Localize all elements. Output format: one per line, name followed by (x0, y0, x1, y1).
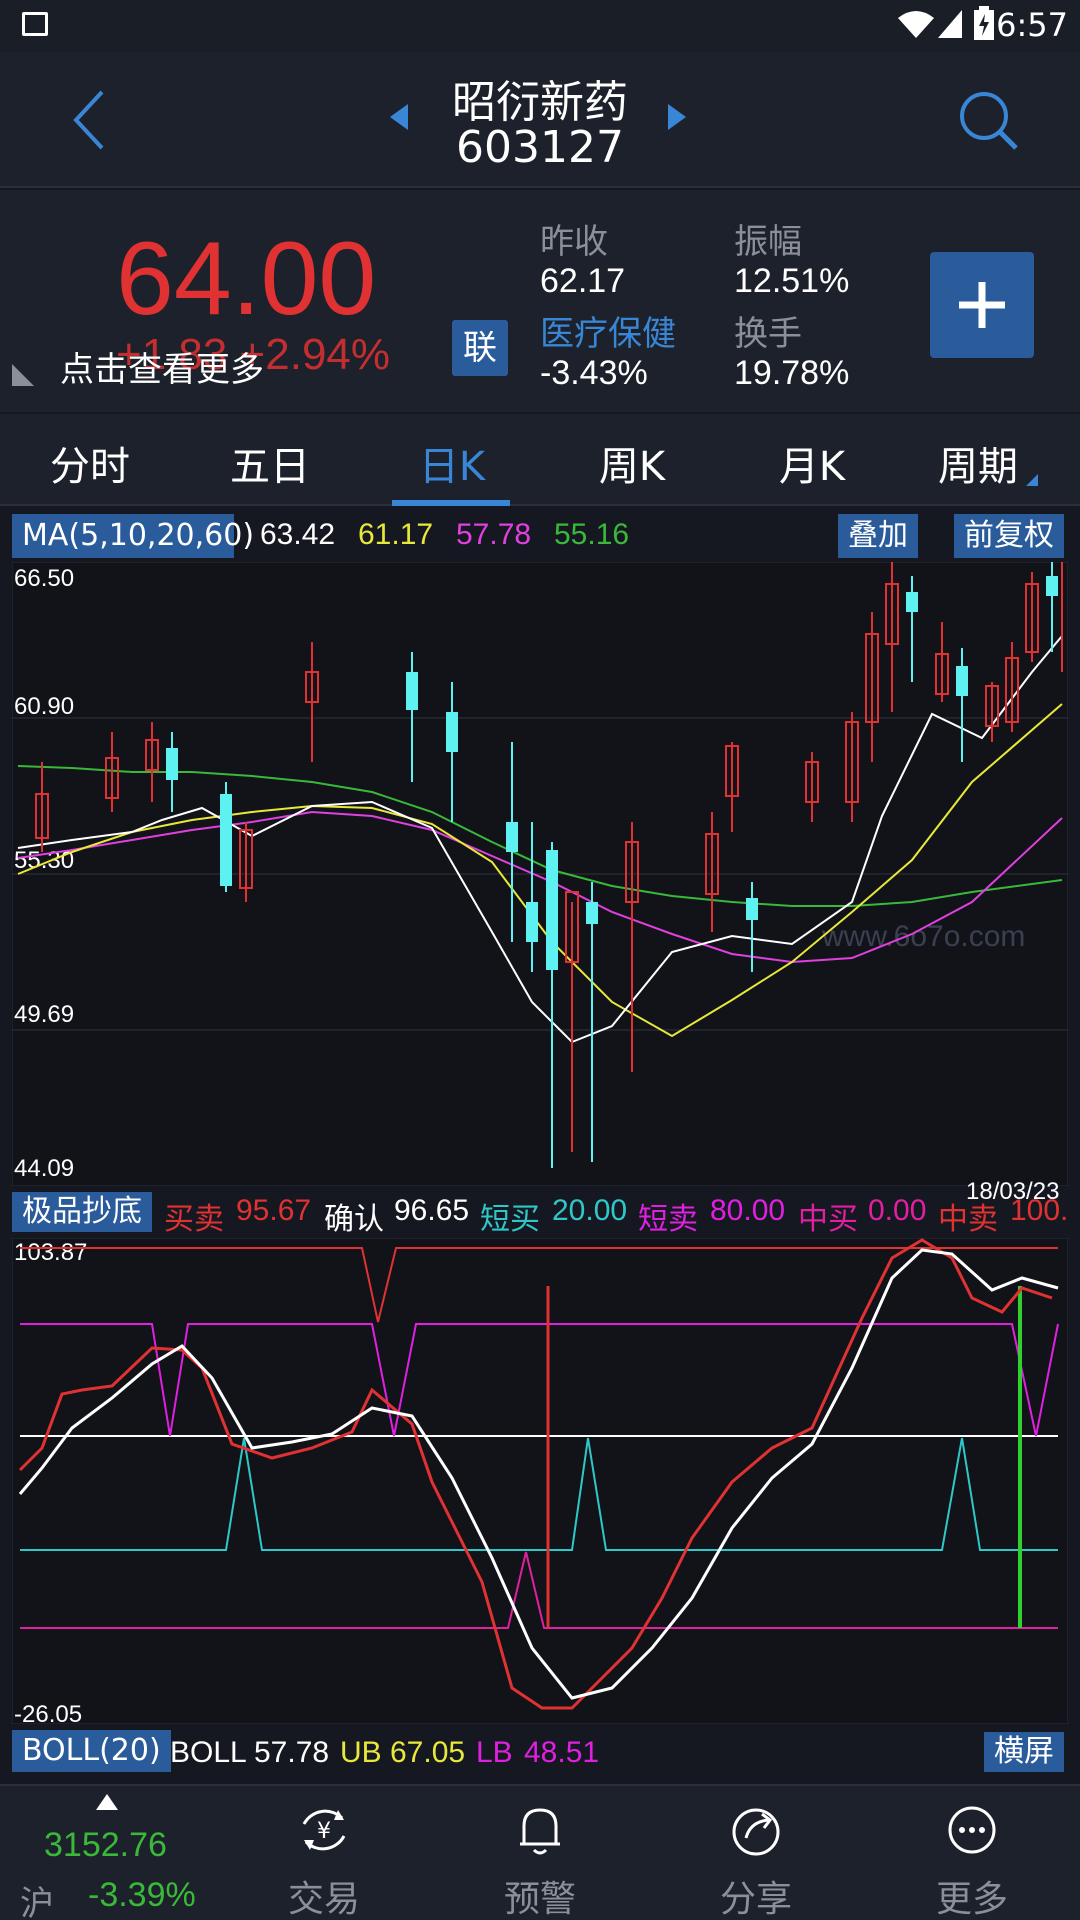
nav-alert-label: 预警 (503, 1879, 576, 1920)
prev-close-label: 昨收 (540, 222, 608, 262)
index-ticker[interactable]: 3152.76 沪 -3.39% (0, 1786, 216, 1920)
watermark: www.6o7o.com (821, 920, 1025, 953)
signal-icon (938, 10, 962, 38)
date-label: 18/03/23 (966, 1178, 1060, 1205)
ma5-value: 63.42 (260, 518, 336, 551)
indicator-y-top: 103.87 (14, 1239, 87, 1266)
amplitude-value: 12.51% (734, 262, 850, 300)
tab-weekly-k[interactable]: 周K (552, 434, 712, 492)
bottom-nav: 3152.76 沪 -3.39% ¥ 交易 预警 分享 更多 (0, 1784, 1080, 1920)
nav-share-label: 分享 (719, 1879, 792, 1920)
boll-label: BOLL (170, 1736, 247, 1769)
last-price: 64.00 (116, 221, 377, 337)
image-notification-icon (22, 12, 48, 36)
ma60-value: 55.16 (554, 518, 630, 551)
ub-label: UB (340, 1736, 382, 1769)
confirm-value: 96.65 (394, 1194, 470, 1227)
status-bar: 6:57 (0, 0, 1080, 52)
plus-icon (959, 282, 1005, 328)
tab-monthly-k[interactable]: 月K (732, 434, 892, 492)
wifi-icon (898, 11, 934, 38)
nav-share[interactable]: 分享 (648, 1786, 864, 1920)
ub-value: 67.05 (390, 1736, 466, 1769)
period-tabs: 分时 五日 日K 周K 月K 周期 (0, 414, 1080, 506)
yuan-exchange-icon: ¥ (302, 1809, 346, 1851)
corner-triangle-icon (12, 364, 34, 386)
ma10-value: 61.17 (358, 518, 434, 551)
lb-label: LB (476, 1736, 513, 1769)
landscape-button[interactable]: 横屏 (984, 1732, 1064, 1772)
sector-change-value: -3.43% (540, 354, 648, 392)
sector-label[interactable]: 医疗保健 (540, 306, 676, 355)
nav-more-label: 更多 (935, 1879, 1008, 1920)
y-label-1: 66.50 (14, 565, 74, 592)
mid-buy-label: 中买 (798, 1203, 858, 1236)
index-change: -3.39% (88, 1876, 196, 1914)
ma-legend: MA(5,10,20,60) 63.42 61.17 57.78 55.16 叠… (0, 510, 1080, 562)
turnover-label: 换手 (734, 314, 802, 354)
back-icon[interactable] (70, 88, 110, 152)
bell-icon (520, 1808, 560, 1855)
overlay-button[interactable]: 叠加 (838, 514, 918, 558)
mid-buy-value: 0.00 (868, 1194, 927, 1227)
see-more-tooltip[interactable]: 点击查看更多 (60, 342, 264, 391)
buy-sell-label: 买卖 (164, 1203, 224, 1236)
nav-trade-label: 交易 (287, 1879, 360, 1920)
short-sell-value: 80.00 (710, 1194, 786, 1227)
indicator-button[interactable]: 极品抄底 (12, 1192, 152, 1232)
y-label-5: 44.09 (14, 1155, 74, 1182)
boll-legend: BOLL(20) BOLL 57.78 UB 67.05 LB 48.51 横屏 (0, 1726, 1080, 1778)
short-sell-label: 短卖 (638, 1203, 698, 1236)
amplitude-label: 振幅 (734, 222, 802, 262)
turnover-value: 19.78% (734, 354, 850, 392)
ma-indicator-button[interactable]: MA(5,10,20,60) (12, 514, 254, 558)
more-icon (948, 1806, 996, 1854)
clock: 6:57 (996, 6, 1068, 44)
y-label-4: 49.69 (14, 1001, 74, 1028)
svg-text:¥: ¥ (317, 1819, 331, 1844)
share-icon (732, 1808, 780, 1856)
boll-value: 57.78 (254, 1736, 330, 1769)
lb-value: 48.51 (524, 1736, 600, 1769)
short-buy-value: 20.00 (552, 1194, 628, 1227)
short-buy-label: 短买 (480, 1203, 540, 1236)
active-tab-indicator (392, 500, 510, 506)
tab-five-day[interactable]: 五日 (190, 434, 350, 492)
nav-more[interactable]: 更多 (864, 1786, 1080, 1920)
indicator-chart[interactable]: 103.87 -26.05 (12, 1238, 1068, 1724)
tab-daily-k[interactable]: 日K (372, 434, 532, 492)
nav-trade[interactable]: ¥ 交易 (216, 1786, 432, 1920)
ma20-value: 57.78 (456, 518, 532, 551)
quote-panel[interactable]: 64.00 +1.83 +2.94% 点击查看更多 联 昨收 62.17 医疗保… (0, 190, 1080, 412)
title-bar: 昭衍新药 603127 (0, 52, 1080, 188)
y-label-2: 60.90 (14, 693, 74, 720)
index-market: 沪 (20, 1884, 54, 1920)
boll-indicator-button[interactable]: BOLL(20) (12, 1730, 171, 1772)
kline-chart[interactable]: 66.50 60.90 55.30 49.69 44.09 www.6o7o.c… (12, 562, 1068, 1186)
indicator-legend: 极品抄底 买卖 95.67 确认 96.65 短买 20.00 短卖 80.00… (0, 1178, 1080, 1238)
battery-icon (974, 6, 994, 40)
confirm-label: 确认 (324, 1203, 384, 1236)
indicator-y-bottom: -26.05 (14, 1701, 82, 1724)
adjust-button[interactable]: 前复权 (954, 514, 1064, 558)
prev-close-value: 62.17 (540, 262, 626, 300)
buy-sell-value: 95.67 (236, 1194, 312, 1227)
nav-alert[interactable]: 预警 (432, 1786, 648, 1920)
related-button[interactable]: 联 (452, 320, 508, 376)
next-stock-icon[interactable] (666, 102, 688, 132)
tab-intraday[interactable]: 分时 (10, 434, 170, 492)
dropdown-triangle-icon (1026, 474, 1038, 486)
up-arrow-icon (96, 1794, 118, 1810)
search-icon[interactable] (956, 88, 1022, 154)
add-watchlist-button[interactable] (930, 252, 1034, 358)
index-value: 3152.76 (44, 1826, 167, 1864)
